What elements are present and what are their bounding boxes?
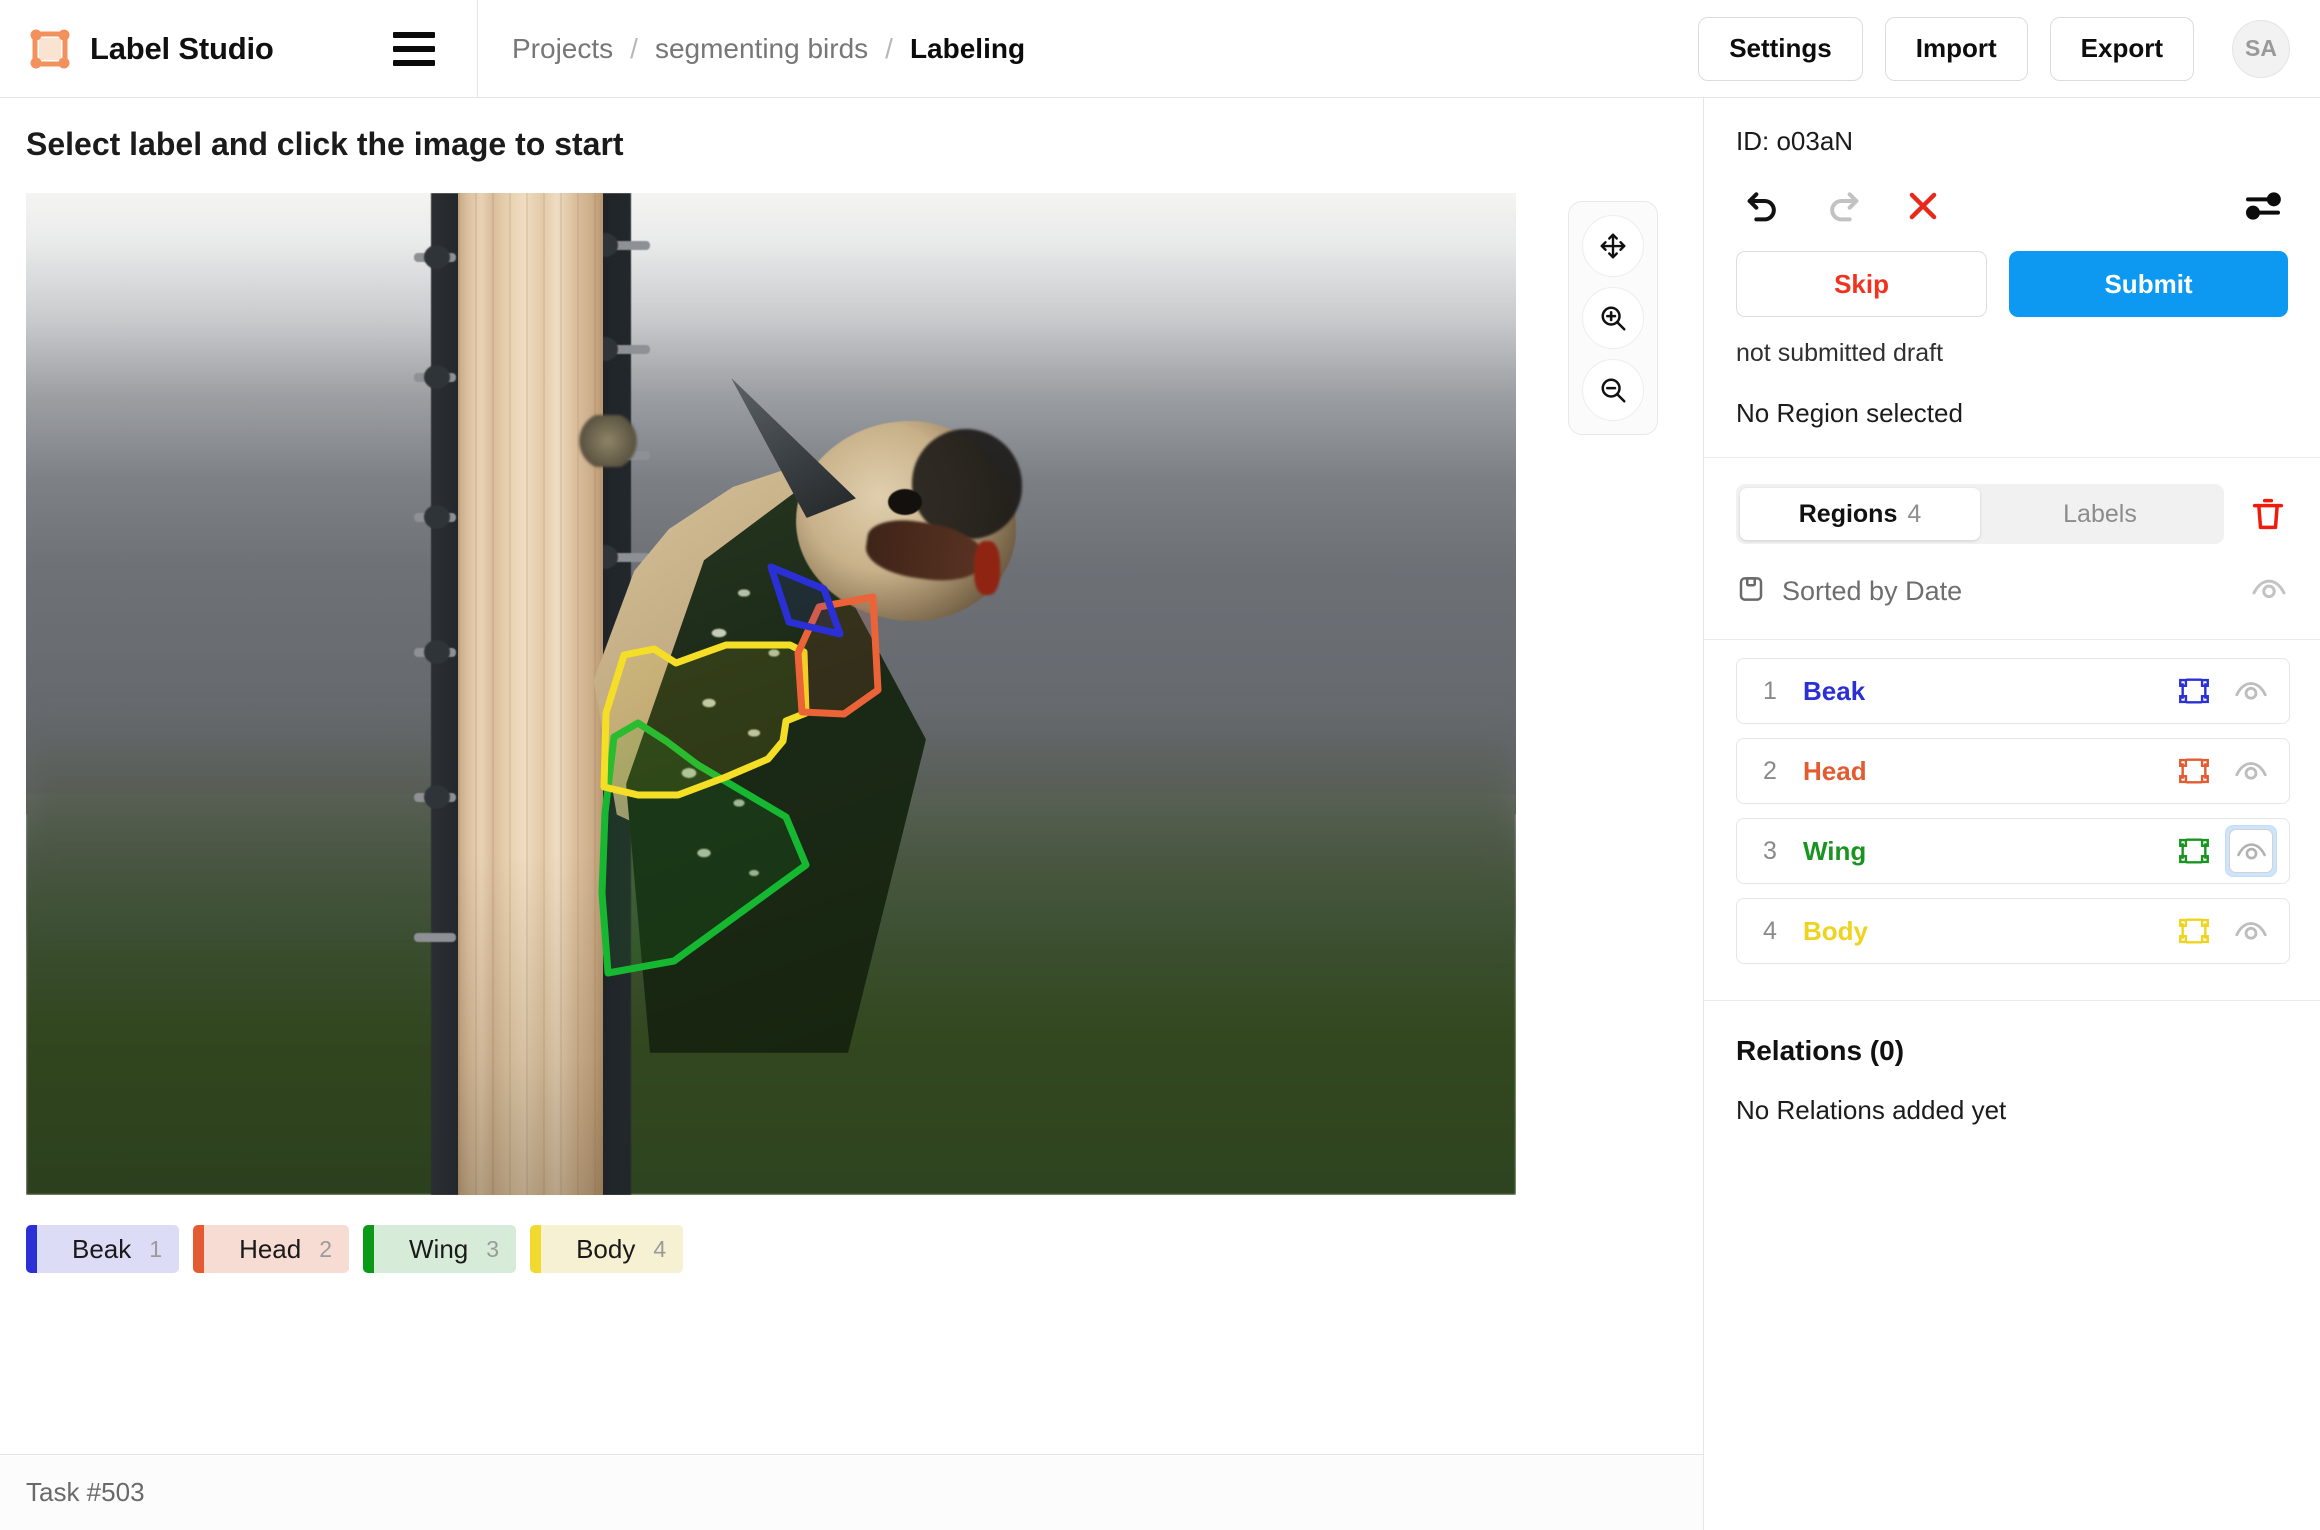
undo-icon[interactable] [1740, 183, 1786, 229]
region-index: 2 [1763, 756, 1777, 785]
label-studio-logo-icon [28, 27, 72, 71]
export-button[interactable]: Export [2049, 16, 2194, 81]
skip-button[interactable]: Skip [1736, 251, 1988, 317]
regions-labels-segment: Regions 4 Labels [1736, 484, 2224, 544]
label-chip-body[interactable]: Body 4 [530, 1225, 684, 1273]
settings-sliders-icon[interactable] [2240, 183, 2286, 229]
label-chip-beak[interactable]: Beak 1 [26, 1225, 180, 1273]
tab-regions[interactable]: Regions 4 [1740, 488, 1980, 540]
chip-color-bar [530, 1225, 542, 1273]
relations-empty-message: No Relations added yet [1736, 1095, 2007, 1125]
tab-labels[interactable]: Labels [1980, 488, 2220, 540]
chip-color-bar [363, 1225, 375, 1273]
eye-icon[interactable] [2225, 825, 2277, 877]
chip-hotkey: 3 [486, 1235, 500, 1262]
sort-row[interactable]: Sorted by Date [1704, 544, 2320, 640]
regions-tabs-row: Regions 4 Labels [1704, 458, 2320, 544]
canvas-wrapper [26, 193, 1658, 1195]
breadcrumb-separator: / [885, 32, 893, 64]
region-row-beak[interactable]: 1 Beak [1736, 658, 2290, 724]
settings-button[interactable]: Settings [1698, 16, 1863, 81]
chip-hotkey: 1 [149, 1235, 163, 1262]
submit-row: Skip Submit [1704, 229, 2320, 317]
region-index: 3 [1763, 836, 1777, 865]
brand-name: Label Studio [90, 30, 274, 66]
brand-block: Label Studio [0, 0, 478, 97]
chip-color-bar [26, 1225, 37, 1273]
chip-label: Head [239, 1233, 302, 1264]
annotation-overlay [598, 563, 882, 977]
zoom-out-icon[interactable] [1582, 359, 1644, 421]
zoom-in-icon[interactable] [1582, 287, 1644, 349]
reset-icon[interactable] [1900, 183, 1946, 229]
import-button[interactable]: Import [1884, 16, 2028, 81]
polygon-region-icon [2173, 750, 2215, 792]
tab-regions-count: 4 [1907, 499, 1922, 528]
labeling-scroll-area: Select label and click the image to star… [0, 98, 1703, 1454]
chip-label: Beak [72, 1233, 132, 1264]
region-polygon-beak [767, 563, 844, 638]
eye-icon[interactable] [2225, 665, 2277, 717]
label-chip-head[interactable]: Head 2 [193, 1225, 350, 1273]
label-chip-list: Beak 1 Head 2 Wing 3 Body 4 [26, 1225, 1703, 1273]
redo-icon[interactable] [1820, 183, 1866, 229]
region-row-wing[interactable]: 3 Wing [1736, 818, 2290, 884]
header-actions: Settings Import Export SA [1698, 16, 2320, 81]
breadcrumb-separator: / [630, 32, 638, 64]
breadcrumb: Projects / segmenting birds / Labeling [478, 33, 1025, 65]
task-id-label: Task #503 [26, 1477, 145, 1507]
region-polygon-body [600, 641, 810, 799]
chip-hotkey: 4 [653, 1235, 667, 1262]
region-label: Wing [1803, 835, 1867, 866]
eye-icon[interactable] [2225, 905, 2277, 957]
region-index: 1 [1763, 676, 1777, 705]
avatar[interactable]: SA [2232, 19, 2290, 78]
annotation-toolbar [1704, 157, 2320, 229]
app-header: Label Studio Projects / segmenting birds… [0, 0, 2320, 98]
app-body: Select label and click the image to star… [0, 98, 2320, 1530]
sort-panel-icon [1736, 574, 1766, 609]
labeling-canvas-panel: Select label and click the image to star… [0, 98, 1704, 1530]
breadcrumb-item-projects[interactable]: Projects [512, 33, 613, 65]
region-row-head[interactable]: 2 Head [1736, 738, 2290, 804]
region-label: Body [1803, 915, 1868, 946]
annotation-sidebar: ID: o03aN Skip Submit not submitted draf… [1704, 98, 2320, 1530]
breadcrumb-item-project[interactable]: segmenting birds [655, 33, 868, 65]
eye-icon[interactable] [2225, 745, 2277, 797]
label-chip-wing[interactable]: Wing 3 [363, 1225, 517, 1273]
task-footer: Task #503 [0, 1454, 1703, 1530]
tab-labels-label: Labels [2063, 499, 2137, 528]
breadcrumb-item-labeling: Labeling [909, 32, 1026, 64]
zoom-controls [1568, 201, 1658, 435]
chip-label: Body [576, 1233, 636, 1264]
chip-label: Wing [409, 1233, 469, 1264]
annotation-image-stage[interactable] [26, 193, 1516, 1195]
polygon-region-icon [2173, 670, 2215, 712]
region-index: 4 [1763, 916, 1777, 945]
region-label: Beak [1803, 675, 1866, 706]
chip-color-bar [193, 1225, 205, 1273]
region-label: Head [1803, 755, 1867, 786]
page-title: Select label and click the image to star… [26, 126, 624, 162]
label-studio-app: Label Studio Projects / segmenting birds… [0, 0, 2320, 1530]
relations-section: Relations (0) No Relations added yet [1704, 1000, 2320, 1126]
pan-tool-icon[interactable] [1582, 215, 1644, 277]
sort-label: Sorted by Date [1782, 576, 1963, 606]
tab-regions-label: Regions [1798, 499, 1898, 528]
chip-hotkey: 2 [319, 1235, 333, 1262]
relations-title: Relations (0) [1736, 1035, 1905, 1066]
regions-list: 1 Beak 2 Head 3 Wing 4 Body [1704, 640, 2320, 964]
eye-icon[interactable] [2250, 570, 2288, 613]
draft-status: not submitted draft [1736, 339, 1944, 367]
region-row-body[interactable]: 4 Body [1736, 898, 2290, 964]
submit-button[interactable]: Submit [2009, 251, 2288, 317]
annotation-id: ID: o03aN [1736, 126, 1854, 156]
polygon-region-icon [2173, 830, 2215, 872]
selection-status: No Region selected [1704, 368, 2320, 458]
polygon-region-icon [2173, 910, 2215, 952]
trash-icon[interactable] [2244, 490, 2292, 538]
hamburger-menu-icon[interactable] [393, 31, 435, 66]
